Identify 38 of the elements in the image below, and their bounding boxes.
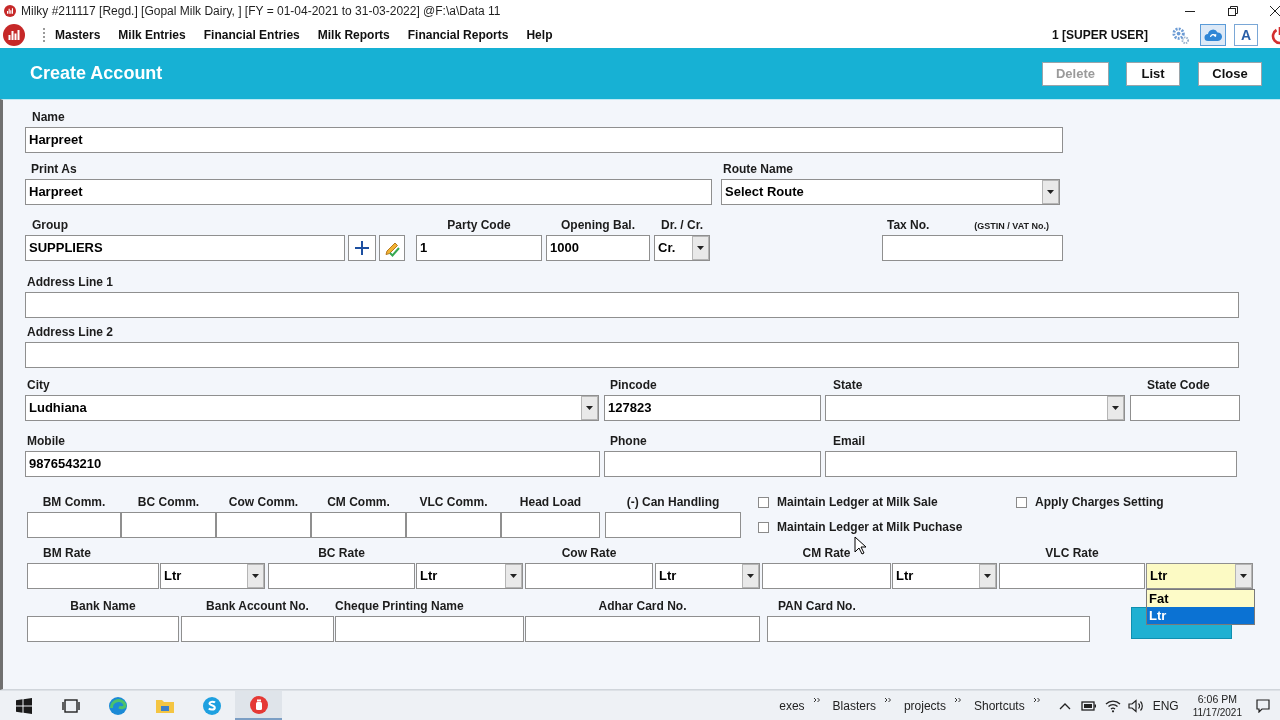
field-label: Group bbox=[32, 217, 68, 234]
field-label: VLC Rate bbox=[1045, 545, 1099, 562]
field-label: Head Load bbox=[519, 494, 582, 511]
field-label: Print As bbox=[31, 161, 77, 178]
field-label: State bbox=[833, 377, 863, 394]
field-label: Adhar Card No. bbox=[598, 598, 687, 615]
field-label: Email bbox=[833, 433, 865, 450]
field-label: State Code bbox=[1147, 377, 1210, 394]
field-label: CM Comm. bbox=[327, 494, 390, 511]
user-label: 1 [SUPER USER] bbox=[1051, 27, 1148, 44]
field-label: PAN Card No. bbox=[778, 598, 856, 615]
field-label: VLC Comm. bbox=[419, 494, 488, 511]
field-label: Address Line 1 bbox=[27, 274, 114, 291]
field-label: Pincode bbox=[610, 377, 657, 394]
field-label: City bbox=[27, 377, 50, 394]
field-label: Bank Account No. bbox=[206, 598, 309, 615]
field-label: Opening Bal. bbox=[561, 217, 635, 234]
field-label: Address Line 2 bbox=[27, 324, 114, 341]
field-label: CM Rate bbox=[802, 545, 851, 562]
field-label: BC Comm. bbox=[137, 494, 200, 511]
field-label: (-) Can Handling bbox=[626, 494, 720, 511]
page-title: Create Account bbox=[30, 62, 163, 85]
field-label: BM Rate bbox=[43, 545, 91, 562]
field-label: BC Rate bbox=[318, 545, 365, 562]
field-label: Mobile bbox=[27, 433, 65, 450]
window-title: Milky #211117 [Regd.] [Gopal Milk Dairy, ] [FY = 01-04-2021 to 31-03-2022] @F:\a\Data 11 bbox=[21, 3, 501, 20]
field-label: Cow Comm. bbox=[228, 494, 299, 511]
field-label: Cheque Printing Name bbox=[335, 598, 464, 615]
field-label: Name bbox=[32, 109, 65, 126]
field-label: Phone bbox=[610, 433, 647, 450]
field-label: Cow Rate bbox=[561, 545, 617, 562]
field-label: Bank Name bbox=[70, 598, 136, 615]
field-hint: (GSTIN / VAT No.) bbox=[974, 219, 1049, 233]
field-label: Route Name bbox=[723, 161, 793, 178]
field-label: Dr. / Cr. bbox=[661, 217, 703, 234]
field-label: Party Code bbox=[447, 217, 511, 234]
field-label: BM Comm. bbox=[42, 494, 106, 511]
field-label: Tax No. bbox=[887, 217, 930, 234]
